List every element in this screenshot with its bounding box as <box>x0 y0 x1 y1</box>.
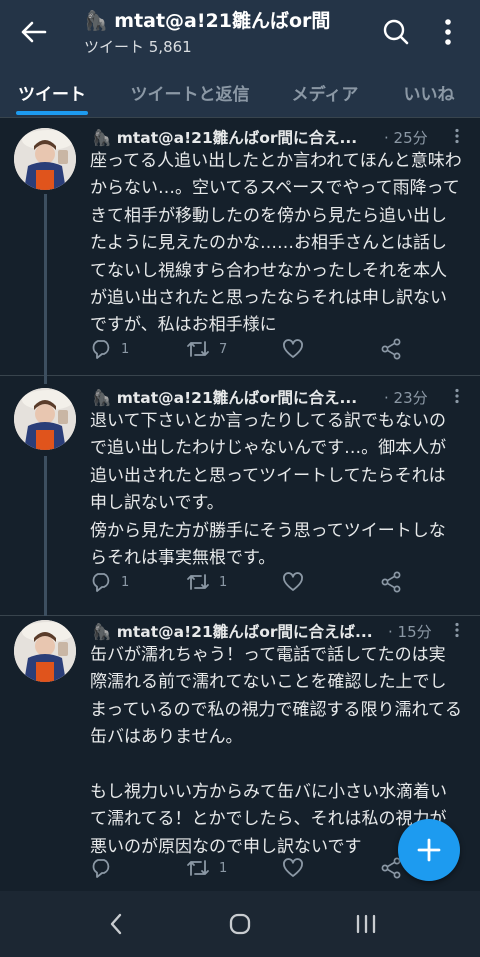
thread-line <box>44 376 47 384</box>
thread-line <box>44 194 47 376</box>
like-button[interactable] <box>282 570 313 594</box>
tweet-timestamp: · 25分 <box>384 129 428 147</box>
tweet-feed: 🦍 mtat@a!21雛んばor間に合え... · 25分 座ってる人追い出した… <box>0 118 480 891</box>
profile-header: 🦍 mtat@a!21雛んばor間 ツイート 5,861 <box>0 0 480 66</box>
tweet-item[interactable]: 🦍 mtat@a!21雛んばor間に合え... · 23分 退いて下さいとか言っ… <box>0 376 480 616</box>
retweet-button[interactable]: 1 <box>186 856 227 880</box>
thread-line <box>44 456 47 616</box>
tweet-item[interactable]: 🦍 mtat@a!21雛んばor間に合え... · 25分 座ってる人追い出した… <box>0 118 480 376</box>
tab-likes[interactable]: いいね <box>398 66 460 118</box>
tweet-author-name[interactable]: 🦍 mtat@a!21雛んばor間に合えば... <box>92 620 373 642</box>
tweet-menu-icon[interactable] <box>452 622 462 638</box>
retweet-count: 1 <box>219 860 228 876</box>
reply-icon <box>92 340 110 359</box>
home-circle-icon <box>229 913 251 935</box>
search-button[interactable] <box>380 16 412 48</box>
arrow-left-icon <box>21 21 47 43</box>
like-button[interactable] <box>282 856 313 880</box>
reply-button[interactable]: 1 <box>90 337 129 361</box>
recent-apps-icon <box>356 914 376 934</box>
tweet-timestamp: · 15分 <box>388 623 432 641</box>
tweet-timestamp: · 23分 <box>384 389 428 407</box>
share-button[interactable] <box>380 337 402 361</box>
nav-home-button[interactable] <box>220 909 260 939</box>
retweet-button[interactable]: 7 <box>186 337 227 361</box>
heart-icon <box>283 858 303 877</box>
vertical-ellipsis-icon <box>445 19 451 45</box>
tweet-author-name[interactable]: 🦍 mtat@a!21雛んばor間に合え... <box>92 126 357 148</box>
nav-back-button[interactable] <box>96 909 136 939</box>
tweet-actions: 1 1 <box>90 570 470 594</box>
retweet-icon <box>187 574 209 590</box>
tab-tweets-and-replies[interactable]: ツイートと返信 <box>124 66 256 118</box>
reply-icon <box>92 859 110 878</box>
active-tab-indicator <box>16 111 88 115</box>
more-options-button[interactable] <box>434 14 462 50</box>
reply-count: 1 <box>121 574 130 590</box>
share-button[interactable] <box>380 570 402 594</box>
like-button[interactable] <box>282 337 313 361</box>
tweet-text: 退いて下さいとか言ったりしてる訳でもないので追い出したわけじゃないんです…。御本… <box>90 411 447 569</box>
reply-button[interactable] <box>90 856 121 880</box>
back-button[interactable] <box>16 16 52 48</box>
plus-icon <box>417 838 441 862</box>
retweet-count: 7 <box>219 341 228 357</box>
retweet-button[interactable]: 1 <box>186 570 227 594</box>
share-icon <box>381 571 401 593</box>
tweet-menu-icon[interactable] <box>452 388 462 404</box>
tweet-author-name[interactable]: 🦍 mtat@a!21雛んばor間に合え... <box>92 386 357 408</box>
profile-name: 🦍 mtat@a!21雛んばor間 <box>84 10 331 32</box>
retweet-icon <box>187 860 209 876</box>
heart-icon <box>283 572 303 591</box>
tweet-menu-icon[interactable] <box>452 128 462 144</box>
reply-button[interactable]: 1 <box>90 570 129 594</box>
share-icon <box>381 338 401 360</box>
avatar[interactable] <box>14 128 76 190</box>
tweet-count: ツイート 5,861 <box>84 38 192 56</box>
system-navigation-bar <box>0 891 480 957</box>
heart-icon <box>283 339 303 358</box>
chevron-left-icon <box>110 913 122 935</box>
tweet-text: 座ってる人追い出したとか言われてほんと意味わからない…。空いてるスペースでやって… <box>90 151 462 336</box>
compose-tweet-button[interactable] <box>398 819 460 881</box>
tweet-actions: 1 7 <box>90 337 470 361</box>
search-icon <box>383 19 409 45</box>
share-icon <box>381 857 401 879</box>
tab-media[interactable]: メディア <box>286 66 364 118</box>
reply-icon <box>92 573 110 592</box>
avatar[interactable] <box>14 620 76 682</box>
retweet-icon <box>187 341 209 357</box>
reply-count: 1 <box>121 341 130 357</box>
retweet-count: 1 <box>219 574 228 590</box>
avatar[interactable] <box>14 388 76 450</box>
nav-recent-apps-button[interactable] <box>346 909 386 939</box>
